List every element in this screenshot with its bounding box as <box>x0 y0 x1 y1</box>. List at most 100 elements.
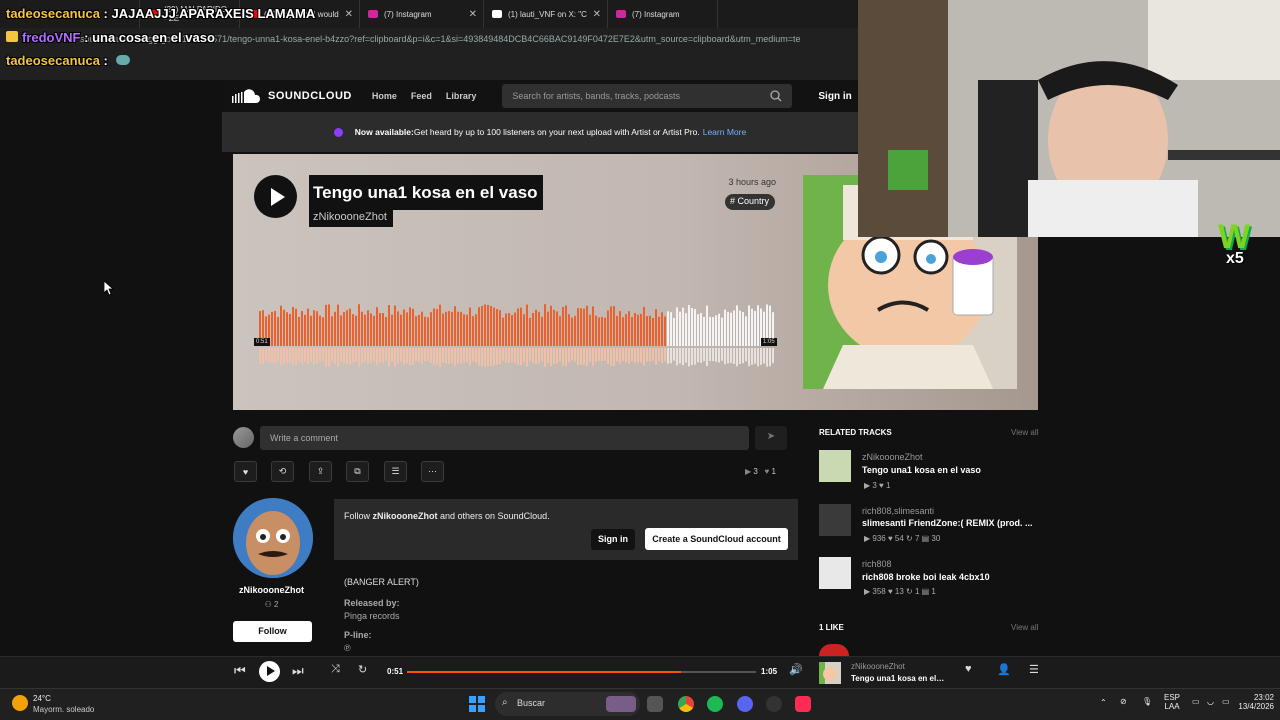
waveform-bar <box>466 314 468 346</box>
waveform-bar <box>538 311 540 346</box>
related-artwork[interactable] <box>819 450 851 482</box>
player-like-icon[interactable]: ♥ <box>965 663 972 675</box>
webcam-overlay <box>858 0 1280 237</box>
shuffle-icon[interactable]: ⤨ <box>331 663 340 676</box>
discord-icon[interactable] <box>737 696 753 712</box>
waveform-reflection <box>745 348 747 362</box>
clock[interactable]: 23:02 13/4/2026 <box>1236 693 1274 711</box>
progress-fill <box>407 671 681 673</box>
repeat-icon[interactable]: ↻ <box>358 663 367 676</box>
nav-library[interactable]: Library <box>446 91 477 101</box>
player-play-button[interactable] <box>259 661 280 682</box>
related-artist[interactable]: rich808 <box>862 559 892 569</box>
follow-user-icon[interactable]: 👤 <box>997 663 1011 676</box>
share-button[interactable]: ⇪ <box>309 461 332 482</box>
chrome-icon[interactable] <box>678 696 694 712</box>
related-artwork[interactable] <box>819 504 851 536</box>
waveform-bar <box>727 311 729 346</box>
waveform-reflection <box>580 348 582 365</box>
previous-icon[interactable]: ⏮ <box>234 663 246 679</box>
waveform-bar <box>736 305 738 346</box>
search-input[interactable]: Search for artists, bands, tracks, podca… <box>502 84 793 108</box>
released-by-value: Pinga records <box>344 611 400 621</box>
taskbar-search[interactable]: ⌕ Buscar <box>495 692 640 716</box>
waveform-reflection <box>328 348 330 367</box>
tray-network-icon[interactable]: ⊘ <box>1120 697 1127 706</box>
banner-text: Get heard by up to 100 listeners on your… <box>413 127 700 137</box>
weather-temp[interactable]: 24°C <box>33 694 51 703</box>
tray-display-icon[interactable]: ▭ <box>1192 697 1200 706</box>
tray-wifi-icon[interactable]: ◡ <box>1207 697 1214 706</box>
likes-view-all[interactable]: View all <box>1011 623 1038 632</box>
learn-more-link[interactable]: Learn More <box>703 127 746 137</box>
tray-chevron-icon[interactable]: ⌃ <box>1100 698 1107 707</box>
obs-icon[interactable] <box>766 696 782 712</box>
browser-tab[interactable]: (1) lauti_VNF on X: "C ✕ <box>484 0 608 28</box>
search-placeholder: Search for artists, bands, tracks, podca… <box>512 91 680 101</box>
repost-button[interactable]: ⟲ <box>271 461 294 482</box>
soundcloud-logo[interactable]: SOUNDCLOUD <box>232 89 352 103</box>
logo-text: SOUNDCLOUD <box>268 90 352 102</box>
pline-label: P-line: <box>344 630 372 640</box>
related-view-all[interactable]: View all <box>1011 428 1038 437</box>
more-button[interactable]: ⋯ <box>421 461 444 482</box>
next-icon[interactable]: ⏭ <box>292 663 304 679</box>
close-icon[interactable]: ✕ <box>469 9 477 20</box>
waveform-bar <box>517 308 519 346</box>
close-icon[interactable]: ✕ <box>345 9 353 20</box>
tray-mic-icon[interactable]: 🎙 <box>1142 697 1152 706</box>
play-button[interactable] <box>254 175 297 218</box>
create-account-button[interactable]: Create a SoundCloud account <box>645 528 788 550</box>
nav-feed[interactable]: Feed <box>411 91 432 101</box>
genre-tag[interactable]: # Country <box>725 194 776 210</box>
add-to-playlist-button[interactable]: ☰ <box>384 461 407 482</box>
copy-link-button[interactable]: ⧉ <box>346 461 369 482</box>
related-artwork[interactable] <box>819 557 851 589</box>
browser-tab[interactable]: (7) Instagram ✕ <box>360 0 484 28</box>
artist-avatar[interactable] <box>233 498 313 578</box>
search-icon[interactable] <box>770 90 782 102</box>
tiktok-icon[interactable] <box>795 696 811 712</box>
waveform-bar <box>703 316 705 346</box>
waveform-reflection <box>514 348 516 364</box>
follow-button[interactable]: Follow <box>233 621 312 642</box>
follow-signin-button[interactable]: Sign in <box>591 529 635 550</box>
related-title[interactable]: Tengo una1 kosa en el vaso <box>862 465 1034 475</box>
spotify-icon[interactable] <box>707 696 723 712</box>
language-indicator[interactable]: ESP LAA <box>1162 693 1182 711</box>
playlist-icon: ☰ <box>391 466 400 476</box>
close-icon[interactable]: ✕ <box>593 9 601 20</box>
nav-home[interactable]: Home <box>372 91 397 101</box>
related-title[interactable]: slimesanti FriendZone:( REMIX (prod. ... <box>862 518 1034 528</box>
waveform-bar <box>691 307 693 346</box>
waveform-reflection <box>379 348 381 363</box>
player-artist[interactable]: zNikoooneZhot <box>851 662 905 671</box>
related-title[interactable]: rich808 broke boi leak 4cbx10 <box>862 572 1034 582</box>
track-artist[interactable]: zNikoooneZhot <box>309 208 393 227</box>
volume-icon[interactable]: 🔊 <box>789 663 803 676</box>
waveform-bar <box>364 314 366 346</box>
artist-name[interactable]: zNikoooneZhot <box>233 585 310 595</box>
weather-desc[interactable]: Mayorm. soleado <box>33 705 94 714</box>
send-icon[interactable]: ➤ <box>755 426 787 450</box>
queue-icon[interactable]: ☰ <box>1029 663 1039 676</box>
liker-avatar[interactable] <box>819 644 849 656</box>
waveform-reflection <box>601 348 603 362</box>
signin-button[interactable]: Sign in <box>818 91 851 102</box>
waveform[interactable] <box>259 300 777 368</box>
player-title[interactable]: Tengo una1 kosa en el v... <box>851 674 946 683</box>
waveform-reflection <box>325 348 327 367</box>
comment-input[interactable]: Write a comment <box>260 426 749 450</box>
progress-bar[interactable] <box>407 671 756 673</box>
related-artist[interactable]: zNikoooneZhot <box>862 452 923 462</box>
waveform-reflection <box>625 348 627 363</box>
waveform-bar <box>565 305 567 346</box>
like-button[interactable]: ♥ <box>234 461 257 482</box>
browser-tab[interactable]: (7) Instagram <box>608 0 718 28</box>
task-view-icon[interactable] <box>647 696 663 712</box>
weather-sun-icon[interactable] <box>12 695 28 711</box>
windows-start-icon[interactable] <box>469 696 485 712</box>
related-artist[interactable]: rich808,slimesanti <box>862 506 934 516</box>
player-artwork[interactable] <box>819 662 841 684</box>
tray-battery-icon[interactable]: ▭ <box>1222 697 1230 706</box>
